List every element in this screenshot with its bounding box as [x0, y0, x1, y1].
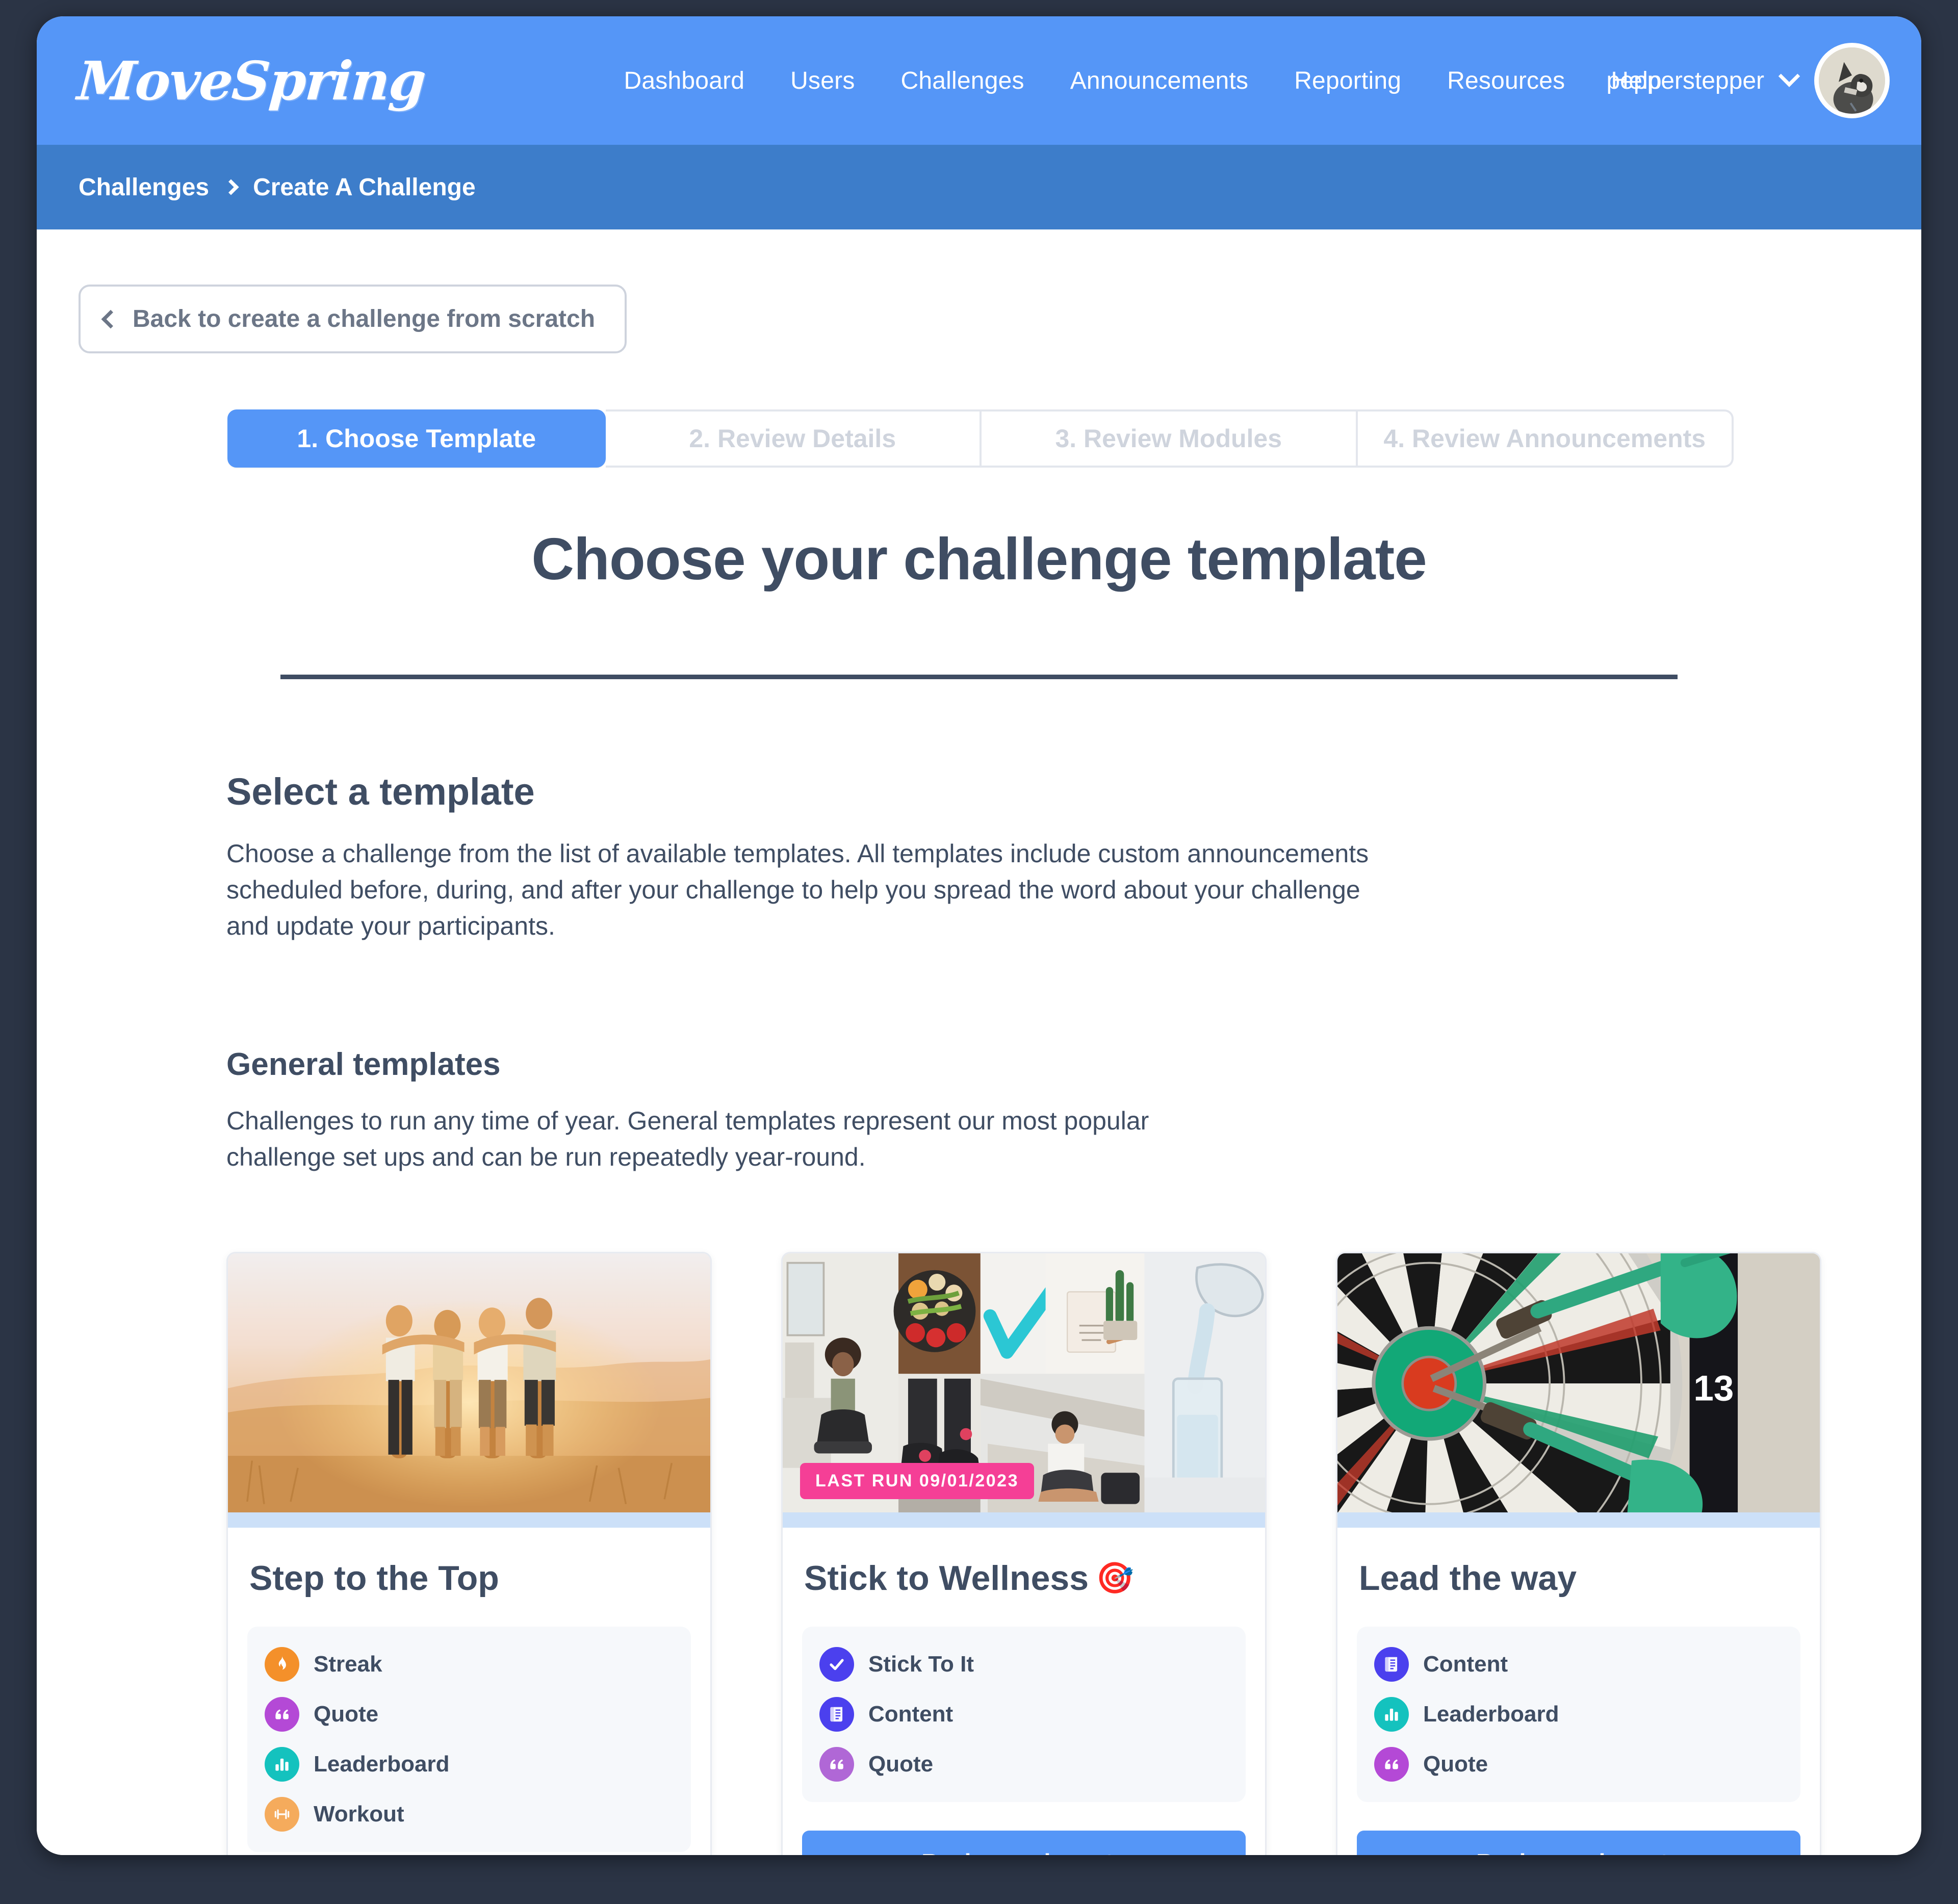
review-and-create-button[interactable]: Review and create [802, 1831, 1246, 1855]
module-row: Leaderboard [265, 1747, 674, 1782]
target-emoji: 🎯 [1096, 1561, 1134, 1595]
main-content: Select a template Choose a challenge fro… [37, 770, 1921, 1855]
nav-item-resources[interactable]: Resources [1447, 67, 1565, 95]
module-label: Quote [868, 1752, 934, 1777]
template-card-step-to-the-top[interactable]: Step to the Top Streak Quote Leaderboard… [226, 1252, 712, 1855]
dumbbell-icon [265, 1797, 299, 1832]
check-circle-icon [819, 1647, 854, 1682]
desktop-background: MoveSpring Dashboard Users Challenges An… [0, 0, 1958, 1904]
tab-choose-template[interactable]: 1. Choose Template [227, 409, 606, 468]
template-card-list: Step to the Top Streak Quote Leaderboard… [226, 1252, 1921, 1855]
module-label: Workout [314, 1802, 404, 1826]
module-row: Quote [265, 1697, 674, 1732]
document-icon [1374, 1647, 1409, 1682]
card-modules-list: Content Leaderboard Quote [1357, 1627, 1800, 1802]
card-title: Stick to Wellness 🎯 [804, 1558, 1244, 1598]
module-label: Quote [1423, 1752, 1488, 1777]
chevron-right-icon [223, 179, 239, 195]
card-accent-strip [783, 1512, 1265, 1528]
module-row: Content [1374, 1647, 1783, 1682]
select-template-heading: Select a template [226, 770, 535, 813]
module-row: Streak [265, 1647, 674, 1682]
module-label: Content [1423, 1652, 1508, 1677]
review-and-create-button[interactable]: Review and create [1357, 1831, 1800, 1855]
top-navigation-bar: MoveSpring Dashboard Users Challenges An… [37, 16, 1921, 145]
chevron-down-icon [1778, 65, 1800, 87]
title-divider [280, 675, 1678, 679]
primary-nav-links: Dashboard Users Challenges Announcements… [624, 67, 1662, 95]
nav-item-announcements[interactable]: Announcements [1070, 67, 1249, 95]
breadcrumb-challenges[interactable]: Challenges [79, 173, 209, 201]
quote-icon [819, 1747, 854, 1782]
tab-review-details[interactable]: 2. Review Details [605, 409, 982, 468]
flame-icon [265, 1647, 299, 1682]
nav-item-users[interactable]: Users [790, 67, 855, 95]
template-card-lead-the-way[interactable]: 4 13 [1336, 1252, 1821, 1855]
module-row: Stick To It [819, 1647, 1228, 1682]
general-templates-heading: General templates [226, 1047, 501, 1082]
avatar[interactable] [1814, 43, 1890, 118]
chevron-left-icon [101, 310, 120, 328]
card-title: Lead the way [1359, 1558, 1798, 1598]
last-run-badge: LAST RUN 09/01/2023 [800, 1463, 1034, 1499]
tab-review-modules[interactable]: 3. Review Modules [982, 409, 1358, 468]
page-body: Back to create a challenge from scratch … [37, 229, 1921, 1855]
card-image-friends-sunset [228, 1253, 710, 1512]
module-label: Leaderboard [314, 1752, 450, 1777]
module-label: Streak [314, 1652, 382, 1677]
document-icon [819, 1697, 854, 1732]
card-image-wellness-collage: LAST RUN 09/01/2023 [783, 1253, 1265, 1512]
page-title: Choose your challenge template [531, 526, 1427, 592]
module-row: Leaderboard [1374, 1697, 1783, 1732]
quote-icon [1374, 1747, 1409, 1782]
card-title-text: Lead the way [1359, 1559, 1577, 1598]
bar-chart-icon [1374, 1697, 1409, 1732]
card-modules-list: Stick To It Content Quote [802, 1627, 1246, 1802]
quote-icon [265, 1697, 299, 1732]
tab-review-announcements[interactable]: 4. Review Announcements [1357, 409, 1734, 468]
card-modules-list: Streak Quote Leaderboard Workout [247, 1627, 691, 1852]
card-title-text: Step to the Top [249, 1559, 499, 1598]
bar-chart-icon [265, 1747, 299, 1782]
card-image-dartboard: 4 13 [1337, 1253, 1820, 1512]
module-row: Quote [1374, 1747, 1783, 1782]
back-to-scratch-button[interactable]: Back to create a challenge from scratch [79, 285, 627, 353]
nav-item-challenges[interactable]: Challenges [901, 67, 1024, 95]
nav-item-reporting[interactable]: Reporting [1294, 67, 1401, 95]
username-label: pepperstepper [1606, 67, 1764, 94]
stepper-tabs: 1. Choose Template 2. Review Details 3. … [224, 409, 1734, 468]
breadcrumb: Challenges Create A Challenge [37, 145, 1921, 229]
module-row: Workout [265, 1797, 674, 1832]
svg-text:13: 13 [1693, 1368, 1734, 1408]
module-label: Quote [314, 1702, 379, 1727]
module-label: Leaderboard [1423, 1702, 1559, 1727]
movespring-logo[interactable]: MoveSpring [75, 49, 427, 112]
template-card-stick-to-wellness[interactable]: LAST RUN 09/01/2023 Stick to Wellness 🎯 … [781, 1252, 1267, 1855]
nav-item-dashboard[interactable]: Dashboard [624, 67, 745, 95]
select-template-description: Choose a challenge from the list of avai… [226, 839, 1369, 940]
module-row: Quote [819, 1747, 1228, 1782]
card-accent-strip [228, 1512, 710, 1528]
browser-window: MoveSpring Dashboard Users Challenges An… [37, 16, 1921, 1855]
card-accent-strip [1337, 1512, 1820, 1528]
user-menu[interactable]: pepperstepper [1606, 43, 1890, 118]
general-templates-description: Challenges to run any time of year. Gene… [226, 1107, 1149, 1171]
module-row: Content [819, 1697, 1228, 1732]
breadcrumb-create-a-challenge: Create A Challenge [253, 173, 476, 201]
module-label: Content [868, 1702, 954, 1727]
card-title: Step to the Top [249, 1558, 689, 1598]
card-title-text: Stick to Wellness [804, 1559, 1089, 1598]
module-label: Stick To It [868, 1652, 974, 1677]
back-button-label: Back to create a challenge from scratch [133, 305, 596, 332]
